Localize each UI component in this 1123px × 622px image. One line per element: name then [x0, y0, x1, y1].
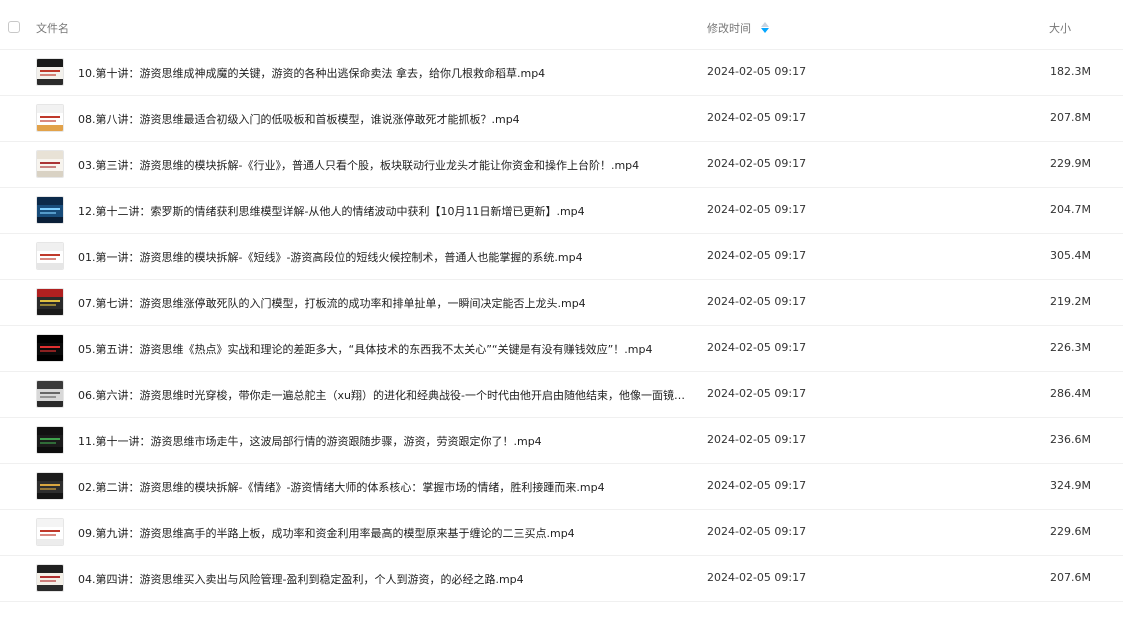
file-modified-time: 2024-02-05 09:17	[707, 433, 807, 446]
file-name[interactable]: 11.第十一讲：游资思维市场走牛，这波局部行情的游资跟随步骤，游资，劳资跟定你了…	[78, 433, 688, 449]
file-row[interactable]: 10.第十讲：游资思维成神成魔的关键，游资的各种出逃保命卖法 拿去，给你几根救命…	[0, 50, 1123, 96]
file-name[interactable]: 04.第四讲：游资思维买入卖出与风险管理-盈利到稳定盈利，个人到游资，的必经之路…	[78, 571, 688, 587]
file-size: 324.9M	[1050, 479, 1091, 492]
file-modified-time: 2024-02-05 09:17	[707, 65, 807, 78]
file-size: 229.9M	[1050, 157, 1091, 170]
file-size: 236.6M	[1050, 433, 1091, 446]
file-size: 226.3M	[1050, 341, 1091, 354]
file-size: 305.4M	[1050, 249, 1091, 262]
file-name[interactable]: 03.第三讲：游资思维的模块拆解-《行业》，普通人只看个股，板块联动行业龙头才能…	[78, 157, 688, 173]
video-thumbnail-icon[interactable]	[36, 518, 64, 546]
column-header-time-label: 修改时间	[707, 22, 751, 35]
file-modified-time: 2024-02-05 09:17	[707, 341, 807, 354]
file-modified-time: 2024-02-05 09:17	[707, 157, 807, 170]
file-size: 286.4M	[1050, 387, 1091, 400]
file-modified-time: 2024-02-05 09:17	[707, 387, 807, 400]
file-list: 文件名 修改时间 大小 10.第十讲：游资思维成神成魔的关键，游资的各种出逃保命…	[0, 0, 1123, 622]
file-name[interactable]: 08.第八讲：游资思维最适合初级入门的低吸板和首板模型，谁说涨停敢死才能抓板？.…	[78, 111, 688, 127]
file-size: 207.6M	[1050, 571, 1091, 584]
video-thumbnail-icon[interactable]	[36, 334, 64, 362]
file-modified-time: 2024-02-05 09:17	[707, 525, 807, 538]
file-size: 207.8M	[1050, 111, 1091, 124]
file-size: 219.2M	[1050, 295, 1091, 308]
file-modified-time: 2024-02-05 09:17	[707, 571, 807, 584]
file-row[interactable]: 06.第六讲：游资思维时光穿梭，带你走一遍总舵主（xu翔）的进化和经典战役-一个…	[0, 372, 1123, 418]
video-thumbnail-icon[interactable]	[36, 380, 64, 408]
column-header-time[interactable]: 修改时间	[707, 20, 769, 36]
file-row[interactable]: 07.第七讲：游资思维涨停敢死队的入门模型，打板流的成功率和排单扯单，一瞬间决定…	[0, 280, 1123, 326]
video-thumbnail-icon[interactable]	[36, 242, 64, 270]
file-row[interactable]: 01.第一讲：游资思维的模块拆解-《短线》-游资高段位的短线火候控制术，普通人也…	[0, 234, 1123, 280]
video-thumbnail-icon[interactable]	[36, 564, 64, 592]
file-name[interactable]: 05.第五讲：游资思维《热点》实战和理论的差距多大，“具体技术的东西我不太关心”…	[78, 341, 688, 357]
file-modified-time: 2024-02-05 09:17	[707, 111, 807, 124]
video-thumbnail-icon[interactable]	[36, 288, 64, 316]
video-thumbnail-icon[interactable]	[36, 472, 64, 500]
file-size: 204.7M	[1050, 203, 1091, 216]
file-row[interactable]: 05.第五讲：游资思维《热点》实战和理论的差距多大，“具体技术的东西我不太关心”…	[0, 326, 1123, 372]
file-row[interactable]: 02.第二讲：游资思维的模块拆解-《情绪》-游资情绪大师的体系核心：掌握市场的情…	[0, 464, 1123, 510]
sort-icon[interactable]	[761, 22, 769, 34]
column-header-size[interactable]: 大小	[1049, 20, 1071, 36]
video-thumbnail-icon[interactable]	[36, 196, 64, 224]
list-header: 文件名 修改时间 大小	[0, 0, 1123, 50]
file-row[interactable]: 08.第八讲：游资思维最适合初级入门的低吸板和首板模型，谁说涨停敢死才能抓板？.…	[0, 96, 1123, 142]
video-thumbnail-icon[interactable]	[36, 150, 64, 178]
file-modified-time: 2024-02-05 09:17	[707, 295, 807, 308]
file-size: 182.3M	[1050, 65, 1091, 78]
video-thumbnail-icon[interactable]	[36, 104, 64, 132]
file-name[interactable]: 07.第七讲：游资思维涨停敢死队的入门模型，打板流的成功率和排单扯单，一瞬间决定…	[78, 295, 688, 311]
file-row[interactable]: 11.第十一讲：游资思维市场走牛，这波局部行情的游资跟随步骤，游资，劳资跟定你了…	[0, 418, 1123, 464]
file-name[interactable]: 06.第六讲：游资思维时光穿梭，带你走一遍总舵主（xu翔）的进化和经典战役-一个…	[78, 387, 688, 403]
file-name[interactable]: 09.第九讲：游资思维高手的半路上板，成功率和资金利用率最高的模型原来基于缠论的…	[78, 525, 688, 541]
video-thumbnail-icon[interactable]	[36, 58, 64, 86]
file-size: 229.6M	[1050, 525, 1091, 538]
file-row[interactable]: 03.第三讲：游资思维的模块拆解-《行业》，普通人只看个股，板块联动行业龙头才能…	[0, 142, 1123, 188]
file-row[interactable]: 09.第九讲：游资思维高手的半路上板，成功率和资金利用率最高的模型原来基于缠论的…	[0, 510, 1123, 556]
file-row[interactable]: 12.第十二讲：索罗斯的情绪获利思维模型详解-从他人的情绪波动中获利【10月11…	[0, 188, 1123, 234]
file-modified-time: 2024-02-05 09:17	[707, 479, 807, 492]
file-name[interactable]: 10.第十讲：游资思维成神成魔的关键，游资的各种出逃保命卖法 拿去，给你几根救命…	[78, 65, 688, 81]
file-name[interactable]: 02.第二讲：游资思维的模块拆解-《情绪》-游资情绪大师的体系核心：掌握市场的情…	[78, 479, 688, 495]
file-name[interactable]: 01.第一讲：游资思维的模块拆解-《短线》-游资高段位的短线火候控制术，普通人也…	[78, 249, 688, 265]
file-name[interactable]: 12.第十二讲：索罗斯的情绪获利思维模型详解-从他人的情绪波动中获利【10月11…	[78, 203, 688, 219]
video-thumbnail-icon[interactable]	[36, 426, 64, 454]
file-modified-time: 2024-02-05 09:17	[707, 203, 807, 216]
file-rows: 10.第十讲：游资思维成神成魔的关键，游资的各种出逃保命卖法 拿去，给你几根救命…	[0, 50, 1123, 602]
select-all-checkbox[interactable]	[8, 21, 20, 33]
column-header-name[interactable]: 文件名	[36, 20, 69, 36]
file-modified-time: 2024-02-05 09:17	[707, 249, 807, 262]
file-row[interactable]: 04.第四讲：游资思维买入卖出与风险管理-盈利到稳定盈利，个人到游资，的必经之路…	[0, 556, 1123, 602]
